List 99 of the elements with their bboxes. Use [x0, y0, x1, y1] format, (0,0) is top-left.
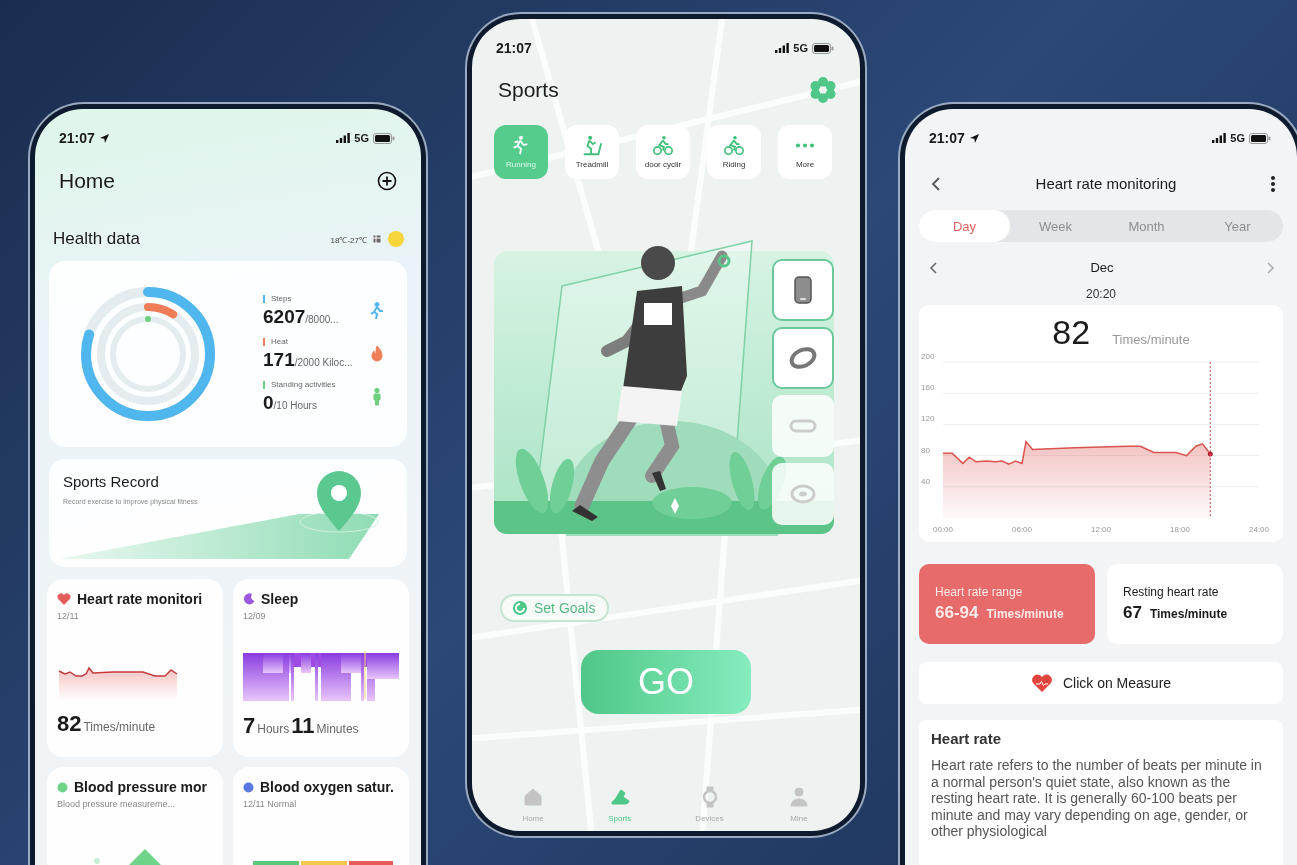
period-tab[interactable]: Week [1010, 210, 1101, 242]
heart-pulse-icon [1030, 673, 1053, 693]
card-label: Resting heart rate [1123, 585, 1220, 599]
sport-type-tab[interactable]: Running [494, 125, 548, 179]
card-date: 12/09 [243, 611, 267, 621]
section-title: Health data [53, 229, 141, 249]
measure-button[interactable]: Click on Measure [919, 662, 1283, 704]
range-unit: Times/minute [986, 607, 1064, 621]
card-label: Heart rate range [935, 585, 1024, 599]
network-label: 5G [354, 132, 369, 144]
status-time: 21:07 [496, 40, 532, 56]
sleep-hours-unit: Hours [257, 722, 290, 736]
sport-type-tab[interactable]: Riding [707, 125, 761, 179]
nav-tab[interactable]: Mine [787, 786, 810, 823]
axis-label: 18:00 [1170, 525, 1190, 534]
device-button[interactable] [772, 327, 834, 389]
target-icon [512, 600, 528, 616]
month-label: Dec [1089, 260, 1115, 275]
treadmill-icon [581, 135, 603, 157]
go-button[interactable]: GO [581, 650, 751, 714]
metric-label: Standing activities [271, 380, 336, 389]
nav-tab[interactable]: Home [522, 786, 545, 823]
card-title: Sleep [261, 591, 299, 607]
axis-label: 40 [921, 476, 930, 486]
metric-label: Steps [271, 294, 292, 303]
network-label: 5G [1230, 132, 1245, 144]
card-unit: Times/minute [83, 720, 156, 734]
sleep-minutes-unit: Minutes [316, 722, 359, 736]
period-tab[interactable]: Year [1192, 210, 1283, 242]
more-icon [795, 143, 815, 148]
metric-goal: /2000 Kiloc... [294, 357, 353, 368]
blood-pressure-chart-drawing [94, 849, 163, 865]
set-goals-button[interactable]: Set Goals [500, 594, 610, 622]
network-label: 5G [793, 42, 808, 54]
metric-goal: /10 Hours [273, 400, 317, 411]
back-icon[interactable] [931, 176, 941, 191]
sport-type-tab[interactable]: More [778, 125, 832, 179]
card-title: Sports Record [62, 472, 160, 490]
status-time: 21:07 [59, 130, 95, 146]
axis-label: 00:00 [933, 525, 953, 534]
period-tab[interactable]: Day [919, 210, 1010, 242]
battery-icon [373, 132, 395, 144]
axis-label: 24:00 [1249, 525, 1269, 534]
sleep-hours: 7 [243, 713, 256, 739]
status-time: 21:07 [929, 130, 965, 146]
metric-goal: /8000... [305, 314, 339, 325]
flame-icon [369, 345, 385, 363]
battery-icon [1249, 132, 1271, 144]
signal-icon [1212, 133, 1227, 143]
add-icon[interactable] [377, 171, 397, 191]
info-text: Heart rate refers to the number of beats per minute in a normal person's quiet state, also known as the resting heart rate. It is generally 60-100 beats per minute and may vary depending on age, gender, or other physiological [931, 757, 1263, 840]
weather-temperature: 18℃-27℃ [330, 234, 367, 245]
sleep-minutes: 11 [291, 713, 315, 739]
screen-title: Home [59, 169, 116, 193]
heart-rate-value: 82 [1052, 313, 1091, 352]
resting-value: 67 [1123, 603, 1142, 623]
heart-rate-unit: Times/minute [1112, 332, 1190, 347]
axis-label: 06:00 [1012, 525, 1032, 534]
screen-title: Sports [498, 78, 559, 102]
axis-label: 200 [921, 352, 935, 361]
person-icon [787, 786, 810, 808]
reading-time: 20:20 [1085, 287, 1117, 301]
selected-point [1207, 451, 1213, 457]
axis-label: 12:00 [1091, 525, 1111, 534]
sport-type-tab[interactable]: Treadmill [565, 125, 619, 179]
card-value: 82 [57, 711, 82, 737]
sport-type-tab[interactable]: door cyclir [636, 125, 690, 179]
info-title: Heart rate [931, 730, 1003, 747]
card-title: Blood pressure mor [74, 779, 208, 795]
axis-label: 160 [921, 383, 935, 393]
axis-label: 80 [921, 445, 930, 455]
metric-value: 0 [263, 392, 274, 414]
sun-icon [387, 230, 405, 248]
card-date: Blood pressure measureme... [57, 799, 177, 809]
cyclist-icon [652, 135, 674, 157]
metric-value: 171 [263, 349, 295, 371]
device-button[interactable] [772, 259, 834, 321]
card-date: 12/11 Normal [243, 799, 298, 809]
nav-tab[interactable]: Sports [608, 786, 632, 823]
card-title: Blood oxygen satur. [260, 779, 394, 795]
card-date: 12/11 [57, 611, 80, 621]
cyclist-icon [723, 135, 745, 157]
metric-value: 6207 [263, 306, 306, 328]
home-icon [522, 786, 545, 808]
card-title: Heart rate monitori [77, 591, 203, 607]
previous-icon[interactable] [929, 261, 937, 274]
battery-icon [812, 42, 834, 54]
metric-label: Heat [271, 337, 288, 346]
range-value: 66-94 [935, 603, 979, 623]
walking-icon [369, 302, 385, 320]
weather-icon [373, 235, 381, 243]
period-tab[interactable]: Month [1101, 210, 1192, 242]
more-icon[interactable] [1271, 175, 1275, 192]
screen-title: Heart rate monitoring [1034, 175, 1178, 192]
axis-label: 120 [921, 414, 935, 424]
resting-unit: Times/minute [1149, 607, 1228, 621]
signal-icon [775, 43, 790, 53]
signal-icon [336, 133, 351, 143]
nav-tab[interactable]: Devices [695, 786, 724, 823]
